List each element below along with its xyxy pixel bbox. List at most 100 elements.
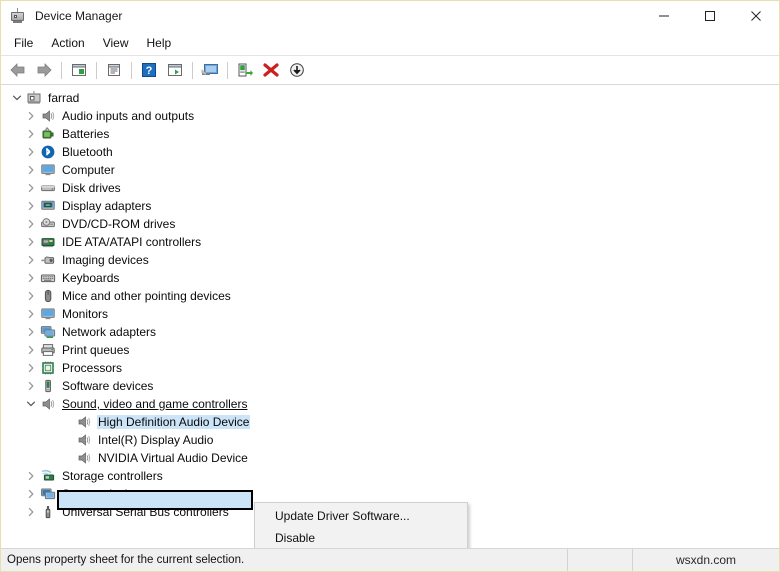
tree-item[interactable]: Monitors bbox=[1, 305, 779, 323]
chevron-right-icon[interactable] bbox=[23, 197, 39, 215]
chevron-right-icon[interactable] bbox=[23, 323, 39, 341]
help-icon[interactable]: ? bbox=[136, 58, 162, 82]
update-driver-icon[interactable] bbox=[162, 58, 188, 82]
tree-item[interactable]: Display adapters bbox=[1, 197, 779, 215]
chevron-right-icon[interactable] bbox=[23, 143, 39, 161]
tree-item[interactable]: Network adapters bbox=[1, 323, 779, 341]
tree-item-label: Software devices bbox=[62, 379, 154, 393]
status-bar: Opens property sheet for the current sel… bbox=[1, 549, 779, 571]
chevron-right-icon[interactable] bbox=[23, 287, 39, 305]
tree-item[interactable]: Disk drives bbox=[1, 179, 779, 197]
chevron-right-icon[interactable] bbox=[23, 485, 39, 503]
disable-device-icon[interactable] bbox=[284, 58, 310, 82]
menu-action[interactable]: Action bbox=[42, 33, 93, 53]
chevron-right-icon[interactable] bbox=[23, 251, 39, 269]
chevron-right-icon[interactable] bbox=[23, 269, 39, 287]
tree-item-label: IDE ATA/ATAPI controllers bbox=[62, 235, 202, 249]
tree-item[interactable]: Software devices bbox=[1, 377, 779, 395]
chevron-right-icon[interactable] bbox=[23, 359, 39, 377]
scan-hardware-changes-icon[interactable] bbox=[197, 58, 223, 82]
tree-item[interactable]: Imaging devices bbox=[1, 251, 779, 269]
speaker-icon bbox=[75, 431, 93, 449]
menu-help[interactable]: Help bbox=[138, 33, 181, 53]
chevron-right-icon[interactable] bbox=[23, 377, 39, 395]
no-expander bbox=[59, 449, 75, 467]
speaker-icon bbox=[75, 449, 93, 467]
device-manager-icon bbox=[10, 8, 26, 24]
chevron-right-icon[interactable] bbox=[23, 467, 39, 485]
tree-item-label: Audio inputs and outputs bbox=[62, 109, 195, 123]
context-menu-item-update-driver[interactable]: Update Driver Software... bbox=[255, 505, 467, 527]
tree-item-label: Disk drives bbox=[62, 181, 121, 195]
toolbar-separator bbox=[227, 61, 228, 79]
menu-view[interactable]: View bbox=[94, 33, 138, 53]
context-menu-item-disable[interactable]: Disable bbox=[255, 527, 467, 548]
tree-item-label: System devices bbox=[62, 487, 147, 501]
chevron-right-icon[interactable] bbox=[23, 341, 39, 359]
forward-icon[interactable] bbox=[31, 58, 57, 82]
tree-item-label: Display adapters bbox=[62, 199, 152, 213]
properties-icon[interactable] bbox=[101, 58, 127, 82]
tree-item-label: Bluetooth bbox=[62, 145, 113, 159]
tree-item[interactable]: DVD/CD-ROM drives bbox=[1, 215, 779, 233]
toolbar: ? bbox=[1, 56, 779, 85]
disk-drive-icon bbox=[39, 179, 57, 197]
tree-item[interactable]: Audio inputs and outputs bbox=[1, 107, 779, 125]
ide-controller-icon bbox=[39, 233, 57, 251]
chevron-down-icon[interactable] bbox=[9, 89, 25, 107]
tree-item[interactable]: Batteries bbox=[1, 125, 779, 143]
tree-item[interactable]: Bluetooth bbox=[1, 143, 779, 161]
tree-item[interactable]: Computer bbox=[1, 161, 779, 179]
minimize-button[interactable] bbox=[641, 2, 687, 31]
no-expander bbox=[59, 431, 75, 449]
show-hide-console-tree-icon[interactable] bbox=[66, 58, 92, 82]
tree-item[interactable]: NVIDIA Virtual Audio Device bbox=[1, 449, 779, 467]
chevron-right-icon[interactable] bbox=[23, 107, 39, 125]
chevron-right-icon[interactable] bbox=[23, 215, 39, 233]
storage-controller-icon bbox=[39, 467, 57, 485]
uninstall-device-icon[interactable] bbox=[258, 58, 284, 82]
keyboard-icon bbox=[39, 269, 57, 287]
toolbar-separator bbox=[96, 61, 97, 79]
tree-item[interactable]: High Definition Audio Device bbox=[1, 413, 779, 431]
back-icon[interactable] bbox=[5, 58, 31, 82]
monitor-icon bbox=[39, 161, 57, 179]
tree-item[interactable]: Processors bbox=[1, 359, 779, 377]
chevron-right-icon[interactable] bbox=[23, 305, 39, 323]
watermark: wsxdn.com bbox=[633, 549, 779, 571]
tree-item[interactable]: Intel(R) Display Audio bbox=[1, 431, 779, 449]
network-adapter-icon bbox=[39, 323, 57, 341]
tree-item[interactable]: Sound, video and game controllers bbox=[1, 395, 779, 413]
maximize-button[interactable] bbox=[687, 2, 733, 31]
display-adapter-icon bbox=[39, 197, 57, 215]
tree-item-label: farrad bbox=[48, 91, 80, 105]
tree-item-label: Keyboards bbox=[62, 271, 120, 285]
chevron-down-icon[interactable] bbox=[23, 395, 39, 413]
tree-item-label: Imaging devices bbox=[62, 253, 149, 267]
tree-item[interactable]: Storage controllers bbox=[1, 467, 779, 485]
chevron-right-icon[interactable] bbox=[23, 179, 39, 197]
tree-item-label: Computer bbox=[62, 163, 115, 177]
tree-item[interactable]: System devices bbox=[1, 485, 779, 503]
chevron-right-icon[interactable] bbox=[23, 161, 39, 179]
tree-item[interactable]: Print queues bbox=[1, 341, 779, 359]
menu-bar: File Action View Help bbox=[1, 31, 779, 56]
camera-icon bbox=[39, 251, 57, 269]
tree-item-label: Universal Serial Bus controllers bbox=[62, 505, 229, 519]
tree-item[interactable]: Keyboards bbox=[1, 269, 779, 287]
tree-item-label: Storage controllers bbox=[62, 469, 163, 483]
tree-item-label: Print queues bbox=[62, 343, 130, 357]
system-device-icon bbox=[39, 485, 57, 503]
chevron-right-icon[interactable] bbox=[23, 503, 39, 521]
chevron-right-icon[interactable] bbox=[23, 233, 39, 251]
tree-item[interactable]: Mice and other pointing devices bbox=[1, 287, 779, 305]
speaker-icon bbox=[39, 395, 57, 413]
chevron-right-icon[interactable] bbox=[23, 125, 39, 143]
tree-item-label: Monitors bbox=[62, 307, 109, 321]
tree-item[interactable]: IDE ATA/ATAPI controllers bbox=[1, 233, 779, 251]
enable-device-icon[interactable] bbox=[232, 58, 258, 82]
menu-file[interactable]: File bbox=[5, 33, 42, 53]
tree-item[interactable]: farrad bbox=[1, 89, 779, 107]
toolbar-separator bbox=[61, 61, 62, 79]
close-button[interactable] bbox=[733, 2, 779, 31]
